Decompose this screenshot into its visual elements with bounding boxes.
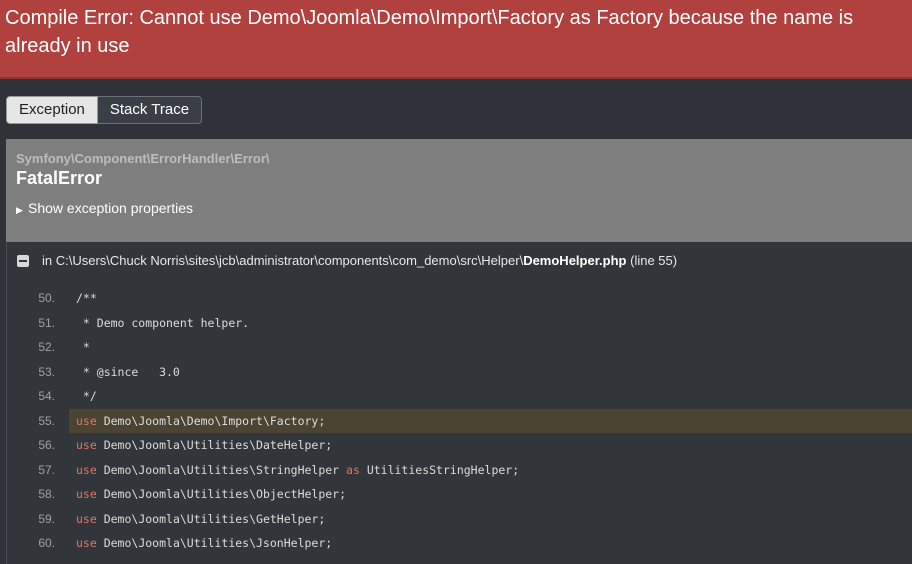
error-title: Compile Error: Cannot use Demo\Joomla\De… — [5, 7, 854, 57]
exception-class: FatalError — [16, 168, 103, 188]
line-number: 55. — [38, 413, 55, 428]
code-line: 52. * — [7, 335, 912, 360]
line-number: 60. — [38, 536, 55, 550]
code-line: 53. * @since 3.0 — [7, 360, 912, 385]
exception-panel: Symfony\Component\ErrorHandler\Error\ Fa… — [6, 139, 912, 242]
code-line: 50. /** — [7, 286, 912, 311]
code-text: use Demo\Joomla\Utilities\GetHelper; — [76, 511, 326, 526]
tab-bar: Exception Stack Trace — [6, 96, 203, 124]
trace-path: C:\Users\Chuck Norris\sites\jcb\administ… — [55, 253, 524, 268]
code-text: */ — [76, 389, 97, 403]
code-text: use Demo\Joomla\Utilities\StringHelper a… — [76, 462, 520, 477]
exception-namespace: Symfony\Component\ErrorHandler\Error\ — [16, 151, 270, 166]
code-text: use Demo\Joomla\Utilities\ObjectHelper; — [76, 487, 347, 501]
collapse-icon[interactable] — [17, 255, 29, 267]
code-line: 57. use Demo\Joomla\Utilities\StringHelpe… — [7, 458, 912, 483]
trace-file: DemoHelper.php — [523, 253, 627, 268]
code-text: use Demo\Joomla\Utilities\DateHelper; — [76, 438, 333, 452]
tab-exception[interactable]: Exception — [6, 96, 98, 124]
code-keyword: as — [346, 462, 360, 477]
code-line: 59. use Demo\Joomla\Utilities\GetHelper; — [7, 507, 912, 532]
code-line: 58. use Demo\Joomla\Utilities\ObjectHelpe… — [7, 482, 912, 507]
code-keyword: use — [76, 413, 97, 428]
line-number: 56. — [38, 438, 55, 452]
line-number: 51. — [38, 315, 55, 330]
tab-stack-trace[interactable]: Stack Trace — [97, 96, 203, 124]
show-exception-properties-toggle[interactable]: ▶ Show exception properties — [16, 199, 902, 219]
code-text: * — [76, 340, 90, 354]
line-number: 58. — [38, 487, 55, 501]
trace-file-line: in C:\Users\Chuck Norris\sites\jcb\admin… — [17, 252, 677, 270]
code-keyword: use — [76, 536, 97, 550]
line-number: 52. — [38, 340, 55, 354]
code-line: 51. * Demo component helper. — [7, 311, 912, 336]
code-text: /** — [76, 291, 97, 305]
code-keyword: use — [76, 487, 97, 501]
toggle-label: Show exception properties — [28, 200, 193, 216]
line-number: 57. — [38, 462, 55, 477]
code-line: 60. use Demo\Joomla\Utilities\JsonHelper; — [7, 531, 912, 556]
line-number: 54. — [38, 389, 55, 403]
code-keyword: use — [76, 462, 97, 477]
code-text: * Demo component helper. — [76, 315, 250, 330]
trace-prefix: in — [42, 253, 53, 268]
code-text: use Demo\Joomla\Demo\Import\Factory; — [69, 408, 912, 433]
error-header: Compile Error: Cannot use Demo\Joomla\De… — [0, 0, 912, 79]
line-number: 59. — [38, 511, 55, 526]
code-line: 55. use Demo\Joomla\Demo\Import\Factory; — [7, 408, 912, 433]
code-text: * @since 3.0 — [76, 364, 180, 379]
line-number: 50. — [38, 291, 55, 305]
code-text: use Demo\Joomla\Utilities\JsonHelper; — [76, 536, 333, 550]
code-line: 54. */ — [7, 384, 912, 409]
code-line: 56. use Demo\Joomla\Utilities\DateHelper; — [7, 433, 912, 458]
expand-triangle-icon: ▶ — [16, 205, 23, 215]
code-keyword: use — [76, 438, 97, 452]
line-number: 53. — [38, 364, 55, 379]
code-keyword: use — [76, 511, 97, 526]
trace-line-info: (line 55) — [630, 253, 678, 268]
code-snippet: 50./** 51. * Demo component helper. 52. * 5… — [7, 286, 912, 556]
trace-panel: in C:\Users\Chuck Norris\sites\jcb\admin… — [6, 242, 912, 564]
